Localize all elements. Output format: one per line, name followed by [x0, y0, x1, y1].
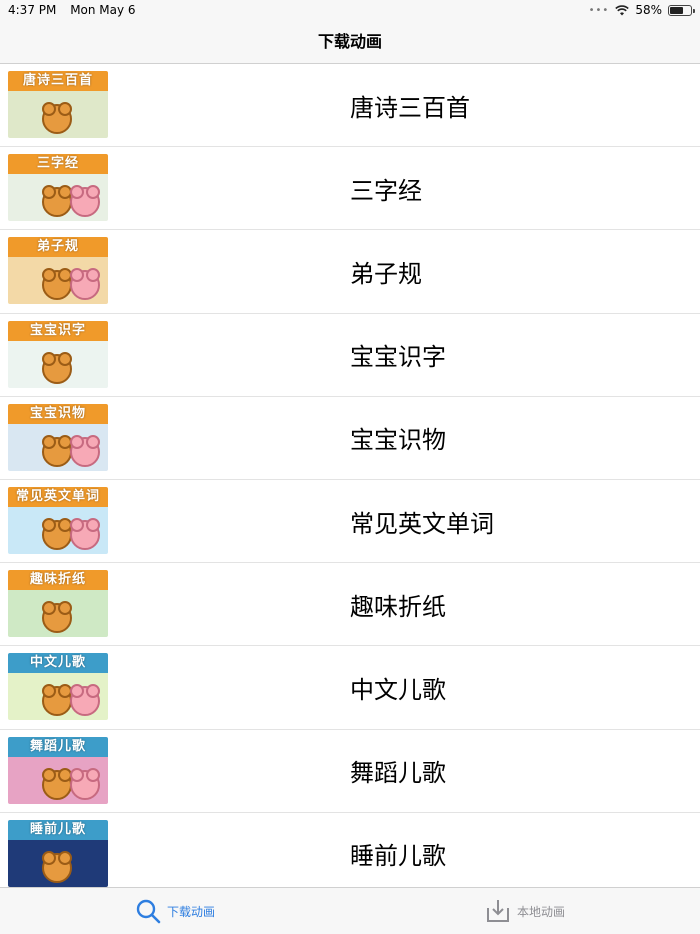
list-item[interactable]: 趣味折纸 趣味折纸 [0, 563, 700, 647]
thumbnail-title: 三字经 [8, 154, 108, 175]
tab-label: 本地动画 [516, 904, 565, 919]
battery-cap [693, 8, 695, 13]
list-item[interactable]: 睡前儿歌 睡前儿歌 [0, 813, 700, 887]
bear-illustration [42, 684, 72, 717]
thumbnail-title: 宝宝识物 [8, 403, 108, 424]
list-item[interactable]: 常见英文单词 常见英文单词 [0, 480, 700, 564]
tab-label: 下载动画 [166, 904, 215, 919]
animation-list[interactable]: 唐诗三百首 唐诗三百首 三字经 三字经 弟子规 弟子规 宝宝识字 宝宝识字 宝宝识物 宝宝识物 常见… [0, 64, 700, 887]
tab-bar: 下载动画 本地动画 [0, 887, 700, 934]
list-item-label: 中文儿歌 [350, 675, 446, 704]
thumbnail-title: 趣味折纸 [8, 570, 108, 591]
download-tray-icon [486, 900, 509, 922]
list-item-label: 趣味折纸 [350, 592, 446, 621]
bear-illustration [70, 517, 100, 550]
thumbnail-art [8, 423, 108, 471]
page-title: 下载动画 [317, 32, 382, 51]
list-item-label: 宝宝识物 [350, 426, 446, 455]
tab-local-animation[interactable]: 本地动画 [350, 888, 700, 934]
wifi-icon [615, 4, 630, 15]
thumbnail-art [8, 839, 108, 887]
battery-percent: 58% [635, 3, 662, 17]
thumbnail-image: 宝宝识物 [8, 403, 108, 471]
list-item-label: 弟子规 [350, 259, 422, 288]
thumbnail-image: 趣味折纸 [8, 570, 108, 638]
search-icon [136, 899, 161, 924]
thumbnail-art [8, 673, 108, 721]
bear-illustration [70, 185, 100, 218]
status-date: Mon May 6 [70, 3, 136, 17]
bear-illustration [42, 102, 72, 134]
list-item-label: 宝宝识字 [350, 343, 446, 372]
list-item[interactable]: 三字经 三字经 [0, 147, 700, 231]
thumbnail-art [8, 506, 108, 554]
thumbnail-image: 唐诗三百首 [8, 71, 108, 138]
battery-level [670, 6, 683, 14]
bear-illustration [70, 767, 100, 800]
bear-illustration [42, 434, 72, 467]
thumbnail-image: 三字经 [8, 154, 108, 222]
list-item-label: 唐诗三百首 [350, 93, 470, 122]
thumbnail-image: 睡前儿歌 [8, 819, 108, 887]
status-time: 4:37 PM [8, 3, 57, 17]
list-item-label: 舞蹈儿歌 [350, 759, 446, 788]
status-bar: 4:37 PM Mon May 6 ••• 58% [0, 0, 700, 20]
bear-illustration [42, 185, 72, 218]
bear-illustration [70, 268, 100, 301]
thumbnail-title: 睡前儿歌 [8, 819, 108, 840]
thumbnail-art [8, 91, 108, 138]
list-item-label: 常见英文单词 [350, 509, 494, 538]
bear-illustration [42, 601, 72, 634]
list-item-label: 睡前儿歌 [350, 842, 446, 871]
thumbnail-art [8, 174, 108, 222]
list-item[interactable]: 中文儿歌 中文儿歌 [0, 646, 700, 730]
thumbnail-title: 弟子规 [8, 237, 108, 258]
list-item[interactable]: 唐诗三百首 唐诗三百首 [0, 64, 700, 148]
thumbnail-art [8, 756, 108, 804]
thumbnail-title: 宝宝识字 [8, 320, 108, 341]
thumbnail-title: 舞蹈儿歌 [8, 736, 108, 757]
battery-icon [668, 4, 695, 16]
bear-illustration [70, 684, 100, 717]
bear-illustration [42, 517, 72, 550]
list-item[interactable]: 宝宝识物 宝宝识物 [0, 397, 700, 480]
list-item[interactable]: 舞蹈儿歌 舞蹈儿歌 [0, 730, 700, 813]
bear-illustration [42, 351, 72, 384]
thumbnail-art [8, 340, 108, 388]
multitasking-dots-icon: ••• [588, 4, 610, 16]
thumbnail-title: 唐诗三百首 [8, 71, 108, 91]
bear-illustration [42, 767, 72, 800]
list-item[interactable]: 弟子规 弟子规 [0, 230, 700, 314]
thumbnail-image: 宝宝识字 [8, 320, 108, 388]
thumbnail-title: 常见英文单词 [8, 486, 108, 507]
thumbnail-image: 常见英文单词 [8, 486, 108, 554]
thumbnail-image: 舞蹈儿歌 [8, 736, 108, 804]
thumbnail-art [8, 590, 108, 638]
bear-illustration [42, 268, 72, 301]
navigation-bar: 下载动画 [0, 20, 700, 64]
thumbnail-image: 弟子规 [8, 237, 108, 305]
thumbnail-art [8, 257, 108, 305]
bear-illustration [42, 850, 72, 883]
list-item[interactable]: 宝宝识字 宝宝识字 [0, 314, 700, 397]
list-item-label: 三字经 [350, 176, 422, 205]
tab-download-animation[interactable]: 下载动画 [0, 888, 350, 934]
bear-illustration [70, 434, 100, 467]
thumbnail-title: 中文儿歌 [8, 653, 108, 674]
thumbnail-image: 中文儿歌 [8, 653, 108, 721]
